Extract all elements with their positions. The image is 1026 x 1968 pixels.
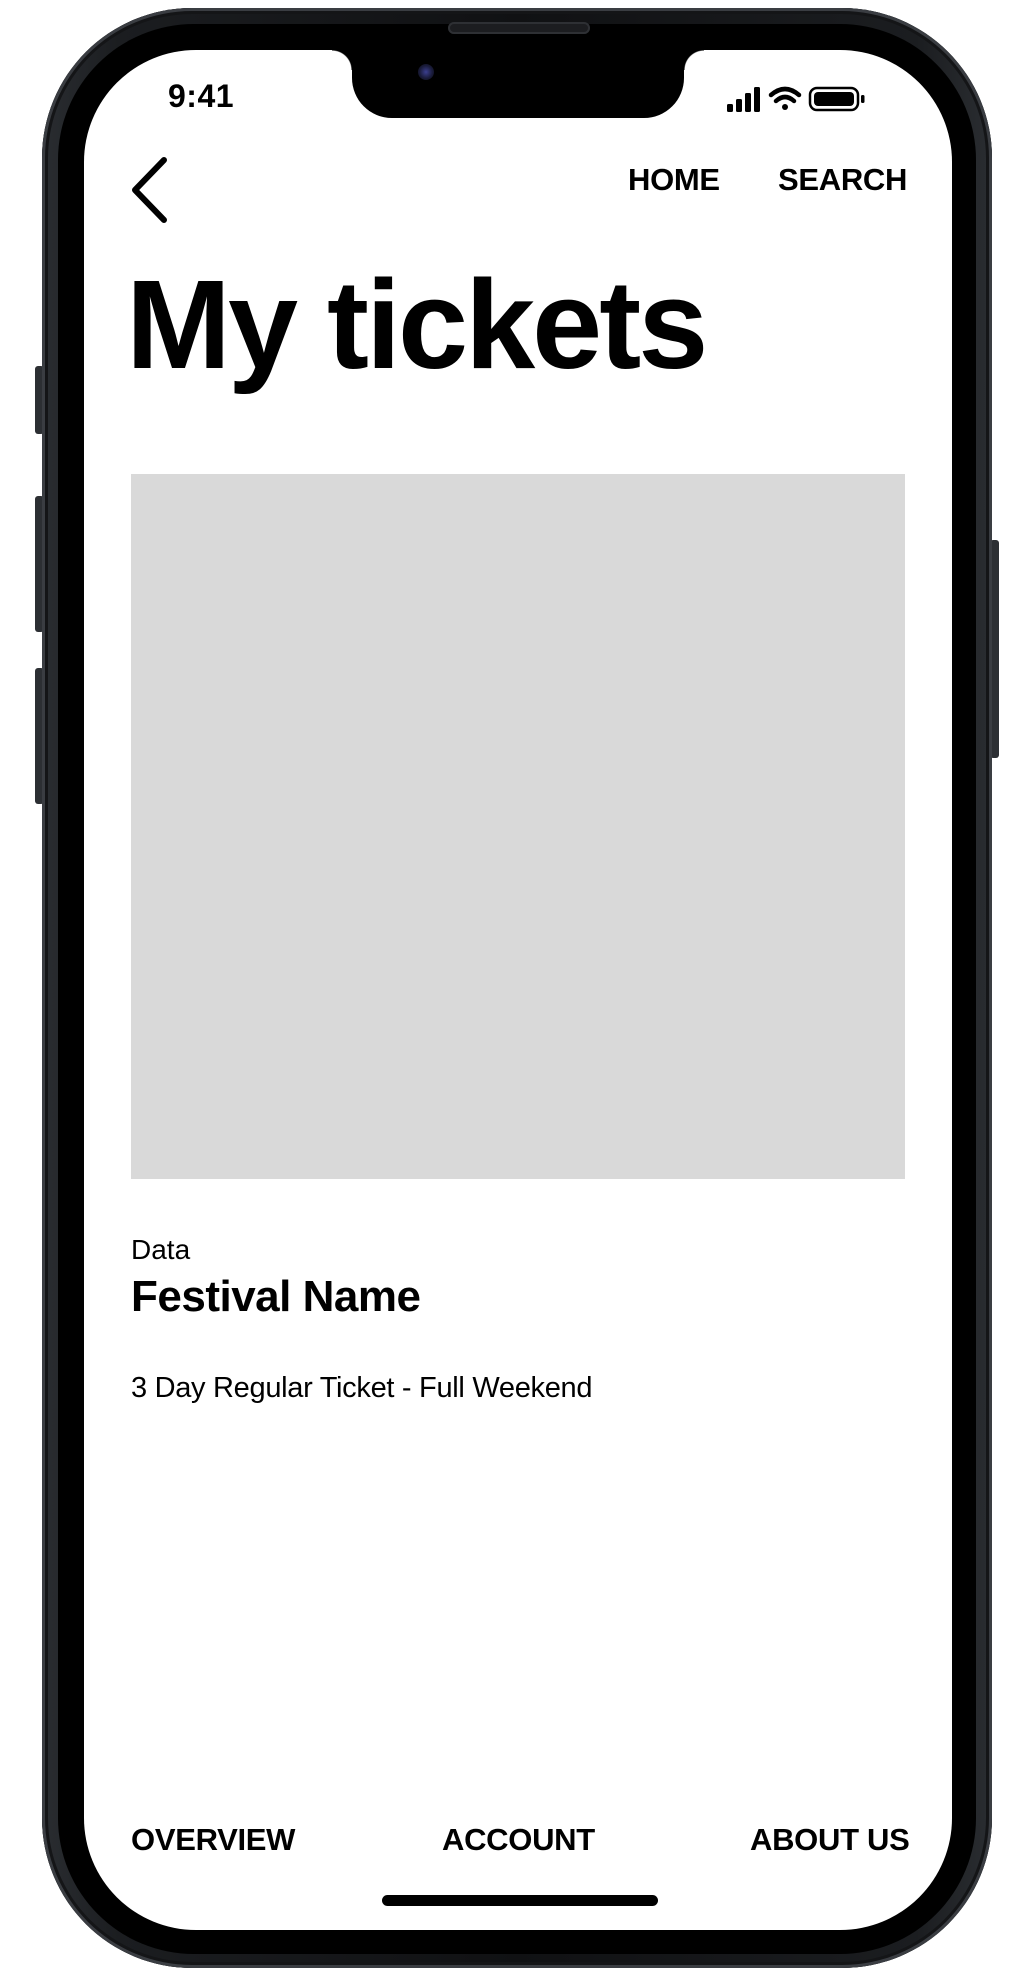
nav-account-link[interactable]: ACCOUNT [442, 1822, 595, 1858]
back-button[interactable] [126, 154, 174, 226]
front-camera [418, 64, 434, 80]
ticket-type: 3 Day Regular Ticket - Full Weekend [131, 1372, 593, 1404]
status-icons [726, 85, 886, 113]
festival-name[interactable]: Festival Name [131, 1272, 421, 1322]
nav-about-us-link[interactable]: ABOUT US [750, 1822, 910, 1858]
page-title: My tickets [126, 254, 708, 395]
ticket-image-placeholder[interactable] [131, 474, 905, 1179]
nav-overview-link[interactable]: OVERVIEW [131, 1822, 295, 1858]
notch [332, 50, 704, 118]
nav-search-link[interactable]: SEARCH [778, 162, 907, 198]
chevron-left-icon [132, 157, 167, 223]
status-time: 9:41 [168, 78, 235, 114]
wifi-icon [768, 86, 802, 110]
ticket-date: Data [131, 1234, 191, 1265]
speaker-grille [448, 22, 590, 34]
home-indicator[interactable] [382, 1895, 658, 1906]
app-screen: 9:41 HOME SEARCH My tickets Data Festiva… [84, 50, 952, 1930]
nav-home-link[interactable]: HOME [628, 162, 720, 198]
cellular-signal-icon [727, 87, 760, 112]
battery-icon [808, 86, 865, 112]
